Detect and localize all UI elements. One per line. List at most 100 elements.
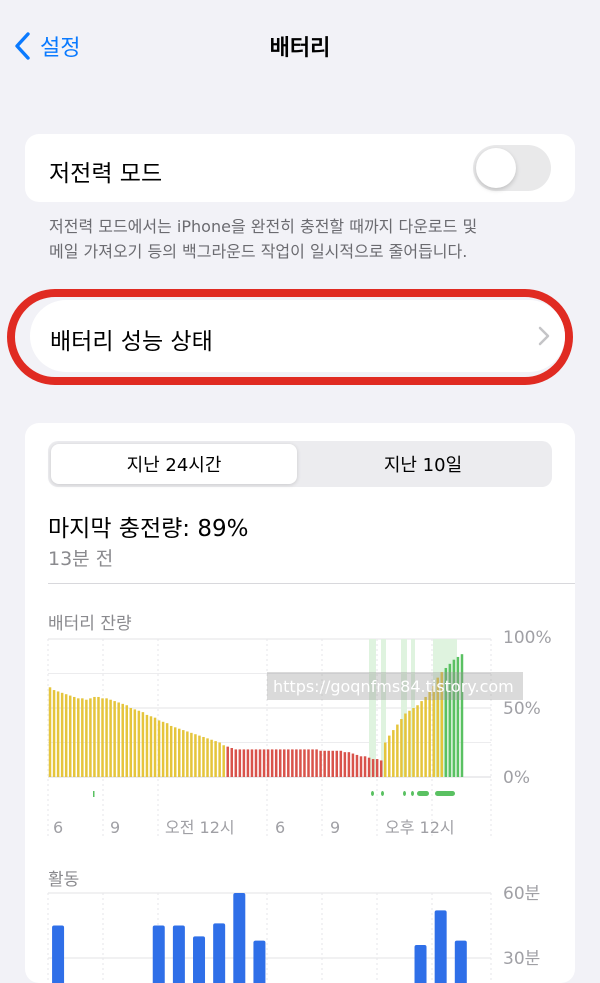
battery-bar [231,748,234,777]
battery-bar [97,697,100,777]
battery-bar [380,760,383,777]
battery-bar [336,751,339,777]
battery-bar [142,712,145,777]
battery-bar [210,740,213,777]
battery-bar [81,698,84,777]
battery-bar [113,701,116,777]
nav-bar: 설정 배터리 [0,0,600,95]
battery-bar [307,749,310,777]
battery-x-tick: 9 [110,818,120,837]
battery-bar [126,705,129,777]
battery-x-tick: 오후 12시 [385,818,455,837]
battery-x-tick: 6 [275,818,285,837]
activity-y-tick: 60분 [503,884,540,904]
battery-bar [412,708,415,777]
low-power-description-line-2: 메일 가져오기 등의 백그라운드 작업이 일시적으로 줄어듭니다. [49,239,569,264]
low-power-toggle[interactable] [473,145,551,191]
battery-bar [368,758,371,777]
battery-bar [259,749,262,777]
battery-bar [420,701,423,777]
battery-y-tick: 0% [503,768,530,788]
battery-bar [49,687,52,777]
activity-bar [435,910,447,983]
activity-bar [455,941,467,983]
battery-bar [235,749,238,777]
battery-bar [388,736,391,777]
battery-y-tick: 100% [503,628,552,648]
battery-bar [178,729,181,777]
battery-bar [174,727,177,777]
battery-bar [186,731,189,777]
battery-bar [105,698,108,777]
battery-bar [392,730,395,777]
low-power-label: 저전력 모드 [49,154,162,188]
charging-indicator [93,791,95,797]
battery-bar [53,690,56,777]
battery-bar [344,752,347,777]
activity-y-tick: 30분 [503,949,540,969]
battery-bar [416,705,419,777]
charging-indicator [403,791,406,796]
battery-bar [275,749,278,777]
battery-bar [93,697,96,777]
battery-bar [251,749,254,777]
battery-bar [170,726,173,777]
battery-bar [247,749,250,777]
battery-bar [190,733,193,777]
low-power-row: 저전력 모드 [25,134,575,202]
battery-bar [65,694,68,777]
battery-bar [138,711,141,777]
activity-bar [173,926,185,983]
battery-bar [73,697,76,777]
battery-bar [372,759,375,777]
battery-bar [194,734,197,777]
battery-bar [283,749,286,777]
battery-bar [295,749,298,777]
low-power-description-line-1: 저전력 모드에서는 iPhone을 완전히 충전할 때까지 다운로드 및 [49,214,569,239]
battery-bar [146,715,149,777]
battery-bar [182,730,185,777]
battery-x-tick: 6 [53,818,63,837]
activity-bar [415,945,427,983]
battery-bar [222,745,225,777]
battery-bar [360,756,363,777]
battery-bar [243,749,246,777]
battery-bar [255,749,258,777]
battery-bar [130,708,133,777]
battery-bar [315,749,318,777]
battery-bar [356,755,359,777]
battery-bar [134,709,137,777]
battery-bar [299,749,302,777]
battery-bar [323,751,326,777]
battery-bar [348,752,351,777]
charging-indicator [411,791,414,796]
charging-band [369,639,376,777]
battery-bar [57,691,60,777]
battery-bar [61,693,64,777]
battery-bar [158,720,161,777]
activity-bar [253,941,265,983]
battery-bar [154,718,157,777]
battery-bar [287,749,290,777]
battery-bar [166,723,169,777]
charging-indicator [417,791,429,796]
battery-bar [117,702,120,777]
battery-bar [291,749,294,777]
battery-bar [89,698,92,777]
battery-bar [319,751,322,777]
battery-health-label: 배터리 성능 상태 [50,322,213,356]
battery-bar [400,719,403,777]
activity-bar [52,926,64,983]
battery-bar [239,749,242,777]
chevron-right-icon [537,325,551,347]
battery-bar [331,751,334,777]
battery-bar [279,749,282,777]
battery-bar [109,700,112,777]
activity-bar [193,936,205,983]
battery-bar [69,696,72,777]
battery-bar [267,749,270,777]
activity-bar [153,926,165,983]
battery-health-row[interactable]: 배터리 성능 상태 [30,300,565,372]
battery-bar [202,737,205,777]
battery-bar [214,741,217,777]
